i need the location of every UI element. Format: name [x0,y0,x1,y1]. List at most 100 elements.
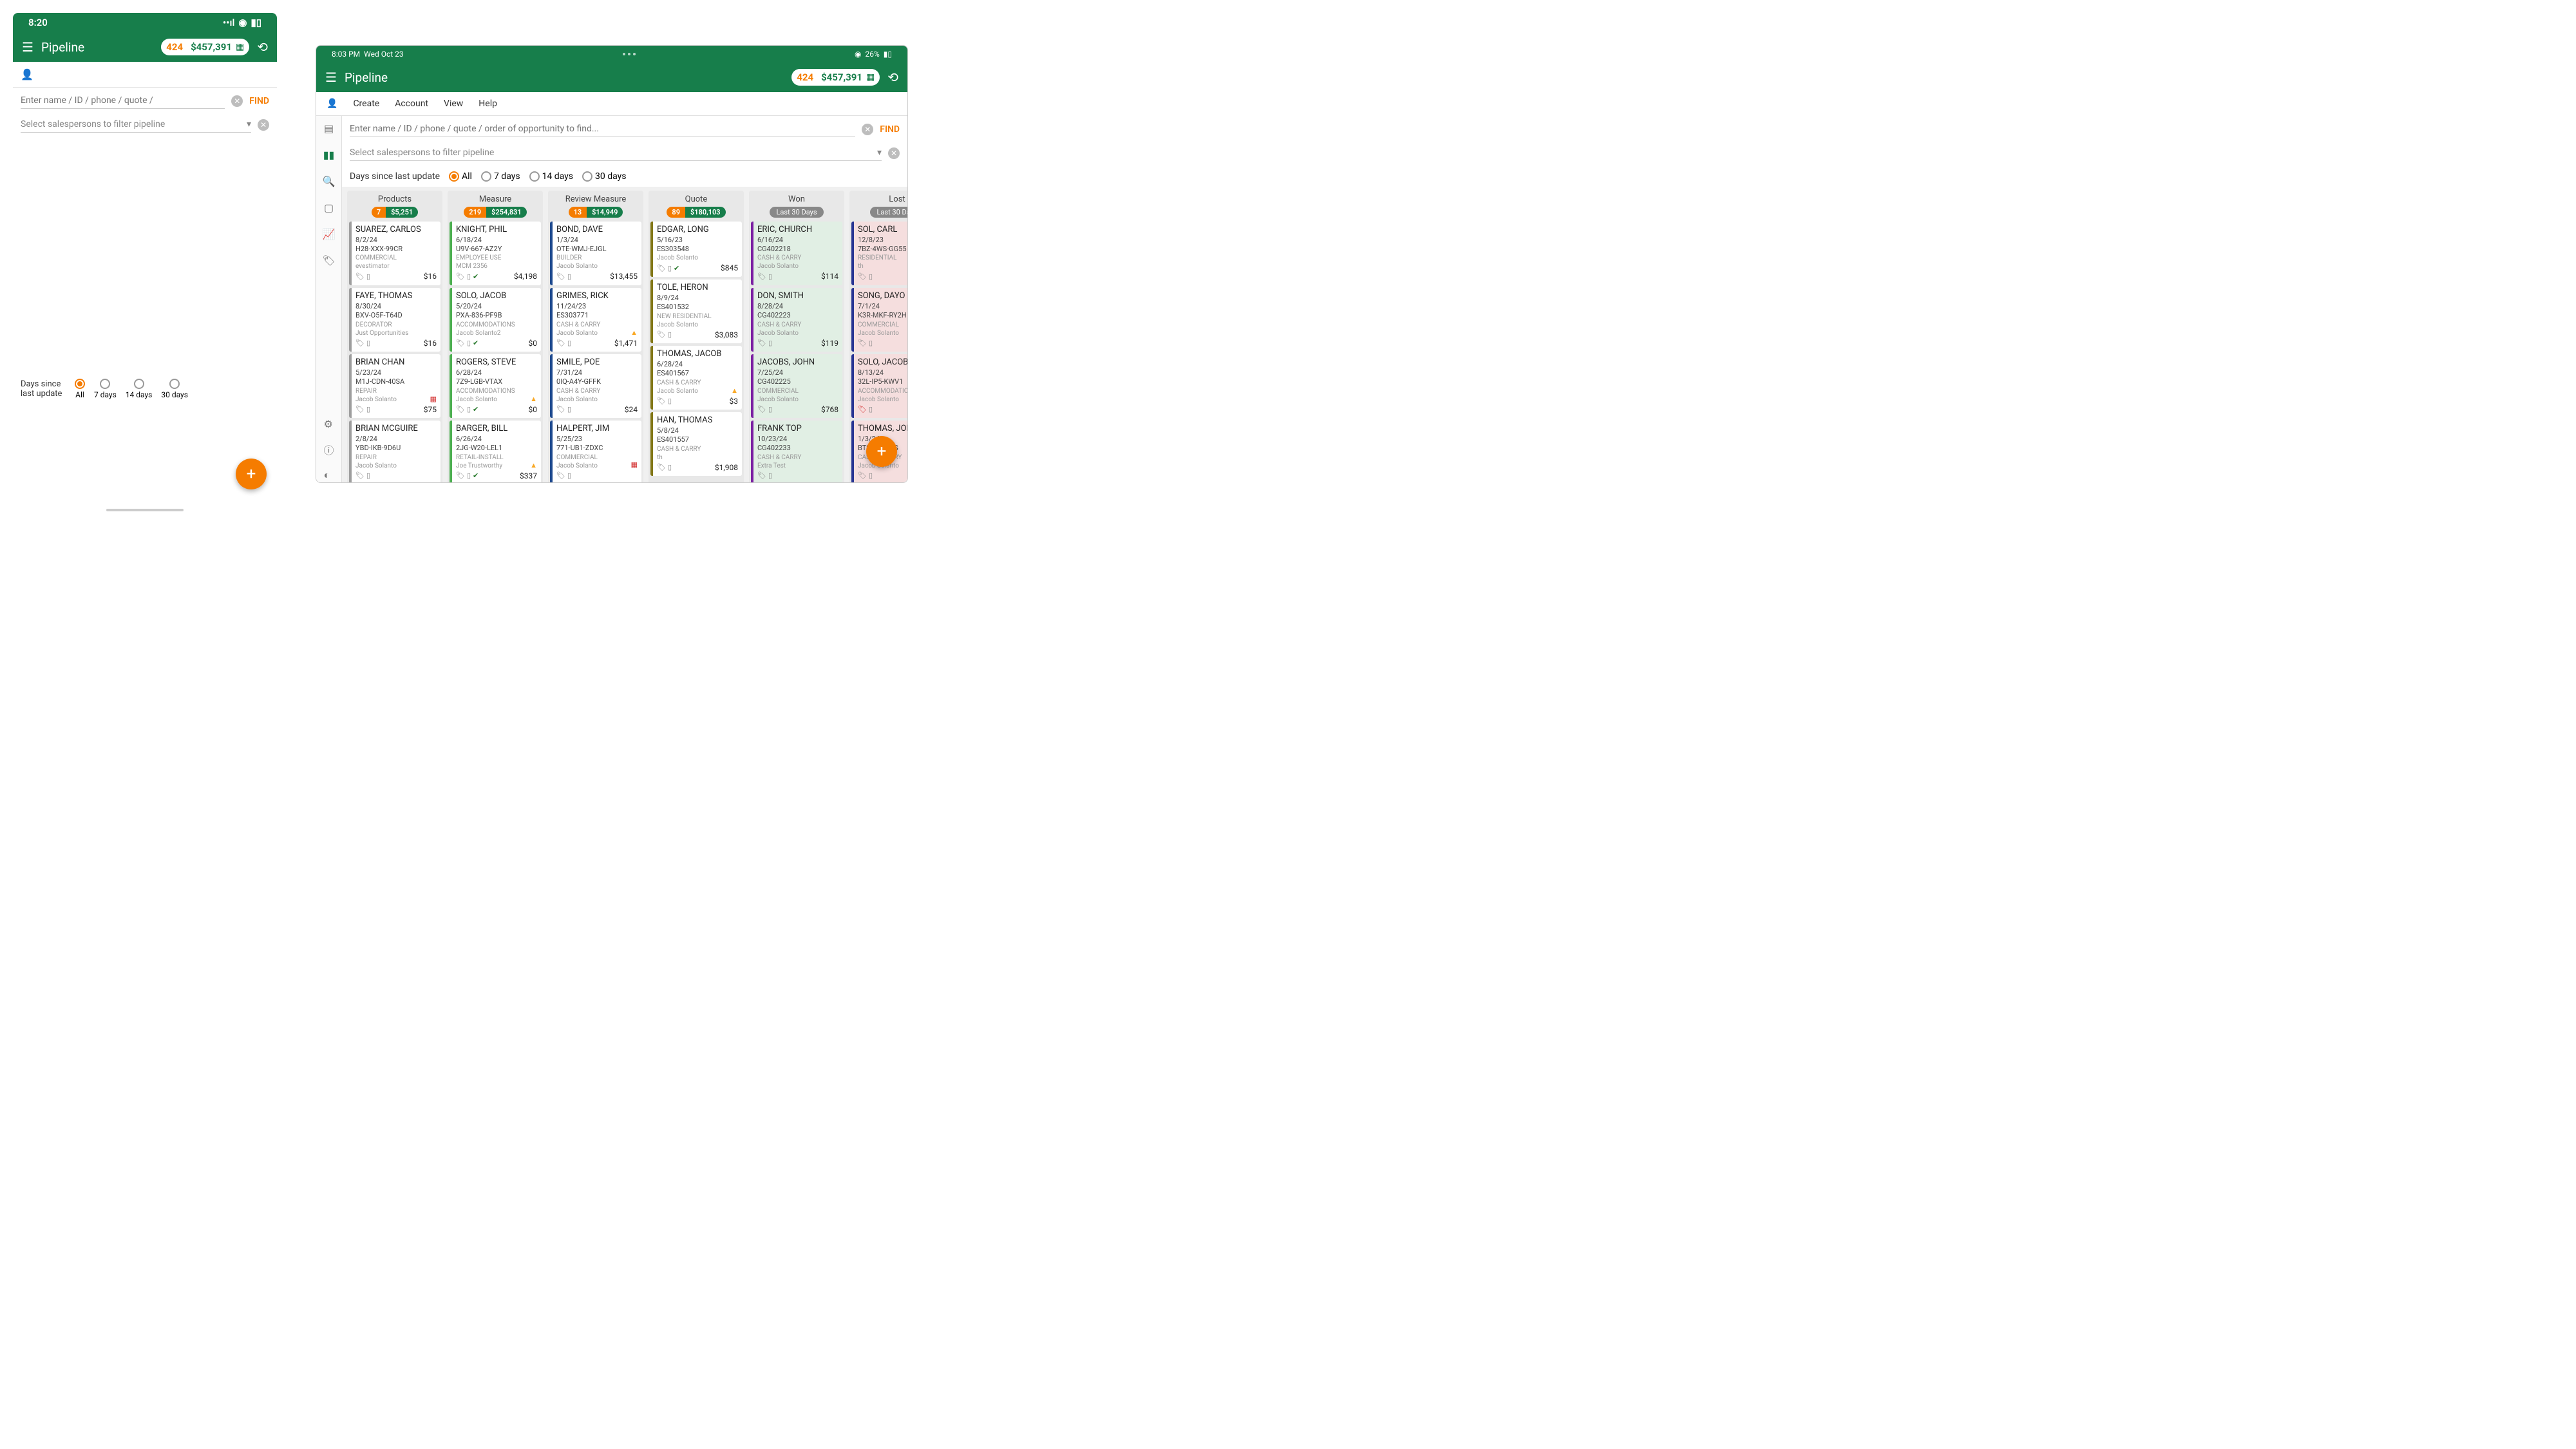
sync-icon[interactable]: ⟲ [257,39,268,55]
tablet-body: ▤ ▮▮ 🔍 ▢ 📈 🏷 ⚙ ⓘ ◐ ✕ FIND Select salespe… [316,116,907,483]
opportunity-card[interactable]: JACOBS, JOHN7/25/24CG402225COMMERCIALJac… [751,354,842,418]
doc-icon: ▯ [366,405,370,414]
tablet-board[interactable]: Products7$5,251SUAREZ, CARLOS8/2/24H28-X… [342,187,907,483]
days-opt-30[interactable]: 30 days [161,379,188,399]
rail-help-icon[interactable]: ◐ [323,469,334,482]
card-name: THOMAS, JOHN [858,424,907,435]
salesperson-select[interactable]: Select salespersons to filter pipeline ▾ [350,145,882,161]
days-opt-7[interactable]: 7 days [94,379,117,399]
clear-filter-icon[interactable]: ✕ [888,147,900,159]
opportunity-card[interactable]: BRIAN MCGUIRE2/8/24YBD-IKB-9D6UREPAIRJac… [349,421,440,483]
fab-add-button[interactable]: + [866,436,897,467]
opportunity-card[interactable]: FAYE, THOMAS8/30/24BXV-O5F-T64DDECORATOR… [349,288,440,352]
card-icons: 🏷▯ [556,405,571,414]
days-opt-14[interactable]: 14 days [529,171,573,182]
card-salesperson: Jacob Solanto [657,387,738,395]
tablet-device: 8:03 PM Wed Oct 23 ◉ 26% ▮▯ ☰ Pipeline 4… [316,45,908,483]
rail-calendar-icon[interactable]: ▢ [324,202,334,214]
card-type: COMMERCIAL [556,453,638,462]
days-opt-14[interactable]: 14 days [126,379,153,399]
clear-search-icon[interactable]: ✕ [862,124,873,135]
find-button[interactable]: FIND [249,96,269,106]
pipeline-column: WonLast 30 DaysERIC, CHURCH6/16/24CG4022… [749,191,844,483]
days-opt-7[interactable]: 7 days [481,171,520,182]
card-type: CASH & CARRY [556,387,638,395]
find-button[interactable]: FIND [880,124,900,135]
card-date: 10/23/24 [757,435,838,444]
menu-icon[interactable]: ☰ [22,39,33,55]
app-switcher-indicator[interactable] [623,53,636,55]
salesperson-placeholder: Select salespersons to filter pipeline [21,119,165,129]
card-name: BOND, DAVE [556,225,638,236]
opportunity-card[interactable]: GRIMES, RICK11/24/23ES303771CASH & CARRY… [550,288,641,352]
card-price: $337 [520,471,537,482]
status-time-date: 8:03 PM Wed Oct 23 [332,50,404,59]
days-opt-all[interactable]: All [75,379,85,399]
opportunity-card[interactable]: SUAREZ, CARLOS8/2/24H28-XXX-99CRCOMMERCI… [349,222,440,285]
opportunity-card[interactable]: KNIGHT, PHIL6/18/24U9V-667-AZ2YEMPLOYEE … [450,222,541,285]
days-opt-30[interactable]: 30 days [582,171,626,182]
sync-icon[interactable]: ⟲ [887,70,898,85]
opportunity-card[interactable]: THOMAS, JACOB6/28/24ES401567CASH & CARRY… [650,346,742,410]
opportunity-card[interactable]: HAN, THOMAS5/8/24ES401557CASH & CARRYth🏷… [650,412,742,476]
opportunity-card[interactable]: DON, SMITH8/28/24CG402223CASH & CARRYJac… [751,288,842,352]
rail-tag-icon[interactable]: 🏷 [322,254,335,267]
tablet-status-bar: 8:03 PM Wed Oct 23 ◉ 26% ▮▯ [316,46,907,62]
days-opt-all[interactable]: All [449,171,472,182]
warning-icon: ▲ [630,328,638,337]
pipeline-pill[interactable]: 424 $457,391 ▦ [791,69,880,86]
card-icons: 🏷▯ [355,272,370,281]
card-id: CG402225 [757,377,838,386]
opportunity-card[interactable]: FRANK TOP10/23/24CG402233CASH & CARRYExt… [751,421,842,483]
opportunity-card[interactable]: HALPERT, JIM5/25/23771-UB1-ZDXCCOMMERCIA… [550,421,641,483]
opportunity-card[interactable]: TOLE, HERON8/9/24ES401532NEW RESIDENTIAL… [650,279,742,343]
opportunity-card[interactable]: BARGER, BILL6/26/242JG-W20-LEL1RETAIL-IN… [450,421,541,483]
card-salesperson: th [657,453,738,462]
card-id: OTE-WMJ-EJGL [556,245,638,254]
rail-settings-icon[interactable]: ⚙ [323,418,334,430]
search-input[interactable] [350,121,855,137]
opportunity-card[interactable]: SOL, CARL12/8/237BZ-4WS-GG55RESIDENTIALt… [851,222,907,285]
rail-chart-icon[interactable]: 📈 [323,228,336,240]
menu-create[interactable]: Create [353,99,379,109]
card-date: 8/2/24 [355,236,437,245]
card-salesperson: Joe Trustworthy [456,462,537,470]
menu-view[interactable]: View [444,99,463,109]
card-type: COMMERCIAL [858,321,907,329]
clear-filter-icon[interactable]: ✕ [258,119,269,131]
column-amount: $14,949 [587,207,623,218]
column-count: 7 [372,207,386,218]
salesperson-select[interactable]: Select salespersons to filter pipeline ▾ [21,117,251,133]
person-icon[interactable]: 👤 [327,99,337,109]
card-type: COMMERCIAL [355,254,437,262]
card-salesperson: Just Opportunities [355,329,437,337]
card-type: BUILDER [556,254,638,262]
opportunity-card[interactable]: SOLO, JACOB5/20/24PXA-836-PF9BACCOMMODAT… [450,288,541,352]
card-price: $24 [625,405,638,415]
person-icon[interactable]: 👤 [21,68,33,80]
opportunity-card[interactable]: BOND, DAVE1/3/24OTE-WMJ-EJGLBUILDERJacob… [550,222,641,285]
rail-dashboard-icon[interactable]: ▤ [324,122,334,135]
menu-account[interactable]: Account [395,99,428,109]
tag-icon: 🏷 [657,463,666,472]
opportunity-card[interactable]: SONG, DAYO7/1/24K3R-MKF-RY2HCOMMERCIALJa… [851,288,907,352]
rail-pipeline-icon[interactable]: ▮▮ [323,149,335,161]
opportunity-card[interactable]: EDGAR, LONG5/16/23ES303548Jacob Solanto🏷… [650,222,742,277]
rail-info-icon[interactable]: ⓘ [323,442,334,457]
rail-search-icon[interactable]: 🔍 [323,175,336,187]
clear-search-icon[interactable]: ✕ [231,95,243,107]
opportunity-card[interactable]: BRIAN CHAN5/23/24M1J-CDN-40SAREPAIRJacob… [349,354,440,418]
opportunity-card[interactable]: SMILE, POE7/31/240IQ-A4Y-GFFKCASH & CARR… [550,354,641,418]
search-input[interactable] [21,93,225,109]
opportunity-card[interactable]: ROGERS, STEVE6/28/247Z9-LGB-VTAXACCOMMOD… [450,354,541,418]
pipeline-pill[interactable]: 424 $457,391 ▦ [161,39,249,55]
card-id: ES401532 [657,303,738,312]
opportunity-card[interactable]: SOLO, JACOB8/13/2432L-IP5-KWV1ACCOMMODAT… [851,354,907,418]
card-type: CASH & CARRY [657,445,738,453]
menu-help[interactable]: Help [478,99,497,109]
opportunity-card[interactable]: ERIC, CHURCH6/16/24CG402218CASH & CARRYJ… [751,222,842,285]
side-rail: ▤ ▮▮ 🔍 ▢ 📈 🏷 ⚙ ⓘ ◐ [316,116,342,483]
menu-icon[interactable]: ☰ [325,70,337,85]
fab-add-button[interactable]: + [236,459,267,489]
card-id: CG402233 [757,444,838,453]
